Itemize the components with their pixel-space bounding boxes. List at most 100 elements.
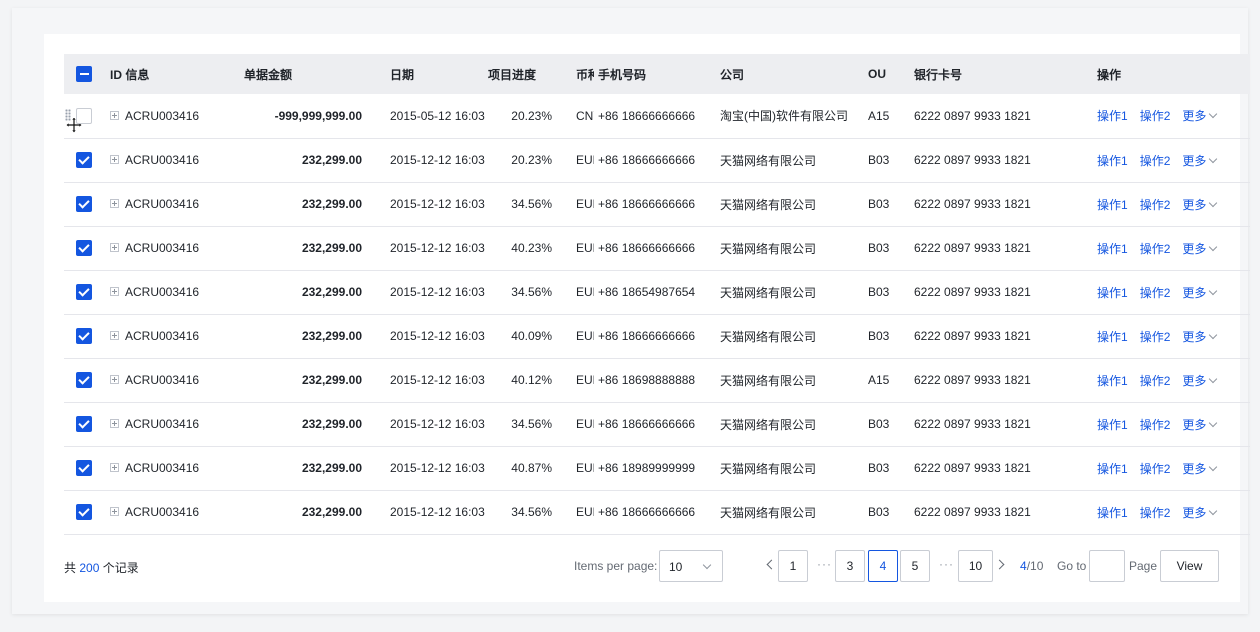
- chevron-down-icon: [1209, 374, 1218, 383]
- row-checkbox[interactable]: [76, 284, 92, 300]
- cell-company: 天猫网络有限公司: [720, 373, 817, 388]
- action-more-dropdown[interactable]: 更多: [1182, 418, 1218, 432]
- action-op2-link[interactable]: 操作2: [1140, 109, 1171, 123]
- pagination-ellipsis-right[interactable]: ···: [939, 557, 954, 571]
- action-op1-link[interactable]: 操作1: [1097, 418, 1128, 432]
- action-more-dropdown[interactable]: 更多: [1182, 462, 1218, 476]
- table-row[interactable]: ACRU003416 232,299.00 2015-12-12 16:03 40.8…: [64, 446, 1250, 490]
- action-more-dropdown[interactable]: 更多: [1182, 242, 1218, 256]
- row-checkbox[interactable]: [76, 504, 92, 520]
- action-op2-link[interactable]: 操作2: [1140, 506, 1171, 520]
- page-button-10[interactable]: 10: [958, 550, 993, 582]
- action-more-dropdown[interactable]: 更多: [1182, 286, 1218, 300]
- cell-ou: A15: [868, 373, 890, 387]
- action-op2-link[interactable]: 操作2: [1140, 286, 1171, 300]
- col-header-currency[interactable]: 币种: [552, 54, 594, 94]
- table-row[interactable]: ACRU003416 232,299.00 2015-12-12 16:03 40.1…: [64, 358, 1250, 402]
- expand-plus-icon[interactable]: [110, 463, 119, 473]
- expand-plus-icon[interactable]: [110, 507, 119, 517]
- table-row[interactable]: ACRU003416 232,299.00 2015-12-12 16:03 20.2…: [64, 138, 1250, 182]
- row-checkbox[interactable]: [76, 196, 92, 212]
- action-more-dropdown[interactable]: 更多: [1182, 505, 1218, 520]
- action-op2-link[interactable]: 操作2: [1140, 330, 1171, 344]
- row-checkbox[interactable]: [76, 107, 92, 124]
- action-op1-link[interactable]: 操作1: [1097, 286, 1128, 300]
- page-button-5[interactable]: 5: [900, 550, 930, 582]
- expand-plus-icon[interactable]: [110, 375, 119, 385]
- chevron-left-icon[interactable]: [766, 559, 777, 570]
- action-op1-link[interactable]: 操作1: [1097, 374, 1128, 388]
- cell-currency: EUR: [576, 505, 594, 519]
- id-value: ACRU003416: [125, 329, 200, 343]
- col-header-date[interactable]: 日期: [366, 54, 488, 94]
- action-more-label: 更多: [1182, 373, 1207, 388]
- row-checkbox[interactable]: [76, 328, 92, 344]
- action-op1-link[interactable]: 操作1: [1097, 330, 1128, 344]
- table-row[interactable]: ACRU003416 232,299.00 2015-12-12 16:03 40.0…: [64, 314, 1250, 358]
- table-row[interactable]: ACRU003416 232,299.00 2015-12-12 16:03 34.5…: [64, 270, 1250, 314]
- row-checkbox[interactable]: [76, 240, 92, 256]
- cell-date: 2015-12-12 16:03: [390, 197, 485, 211]
- row-checkbox[interactable]: [76, 460, 92, 476]
- action-op2-link[interactable]: 操作2: [1140, 154, 1171, 168]
- table-row[interactable]: ACRU003416 232,299.00 2015-12-12 16:03 40.2…: [64, 226, 1250, 270]
- items-per-page-select[interactable]: 10: [659, 550, 723, 582]
- action-op1-link[interactable]: 操作1: [1097, 462, 1128, 476]
- col-header-company[interactable]: 公司: [716, 54, 868, 94]
- table-row[interactable]: ACRU003416 232,299.00 2015-12-12 16:03 34.5…: [64, 402, 1250, 446]
- expand-plus-icon[interactable]: [110, 331, 119, 341]
- action-op2-link[interactable]: 操作2: [1140, 462, 1171, 476]
- action-op1-link[interactable]: 操作1: [1097, 109, 1128, 123]
- cell-ou: B03: [868, 461, 890, 475]
- action-op1-link[interactable]: 操作1: [1097, 242, 1128, 256]
- view-button[interactable]: View: [1160, 550, 1219, 582]
- action-more-dropdown[interactable]: 更多: [1182, 109, 1218, 123]
- col-header-id[interactable]: ID 信息: [110, 54, 244, 94]
- action-op1-link[interactable]: 操作1: [1097, 506, 1128, 520]
- cell-date: 2015-12-12 16:03: [390, 461, 485, 475]
- select-all-checkbox[interactable]: [76, 66, 92, 82]
- cell-progress: 20.23%: [511, 108, 552, 123]
- col-header-ou[interactable]: OU: [868, 54, 914, 94]
- col-header-amount[interactable]: 单据金额: [244, 54, 366, 94]
- col-header-card[interactable]: 银行卡号: [914, 54, 1097, 94]
- action-more-dropdown[interactable]: 更多: [1182, 373, 1218, 388]
- table-row[interactable]: ACRU003416 -999,999,999.00 2015-05-12 16:0…: [64, 94, 1250, 138]
- expand-plus-icon[interactable]: [110, 419, 119, 429]
- action-op1-link[interactable]: 操作1: [1097, 198, 1128, 212]
- expand-plus-icon[interactable]: [110, 287, 119, 297]
- goto-page-input[interactable]: [1089, 550, 1125, 582]
- action-op1-link[interactable]: 操作1: [1097, 154, 1128, 168]
- action-more-dropdown[interactable]: 更多: [1182, 198, 1218, 212]
- page-button-3[interactable]: 3: [835, 550, 865, 582]
- row-checkbox[interactable]: [76, 152, 92, 168]
- expand-plus-icon[interactable]: [110, 111, 119, 121]
- action-op2-link[interactable]: 操作2: [1140, 374, 1171, 388]
- cell-ou: A15: [868, 108, 890, 123]
- cell-date: 2015-12-12 16:03: [390, 373, 485, 387]
- action-op2-link[interactable]: 操作2: [1140, 418, 1171, 432]
- page-button-4-current[interactable]: 4: [868, 550, 898, 582]
- page-button-1[interactable]: 1: [778, 550, 808, 582]
- expand-plus-icon[interactable]: [110, 155, 119, 165]
- action-more-label: 更多: [1182, 505, 1207, 520]
- pagination-ellipsis-left[interactable]: ···: [817, 557, 832, 571]
- action-more-dropdown[interactable]: 更多: [1182, 330, 1218, 344]
- col-header-progress[interactable]: 项目进度: [488, 54, 552, 94]
- cell-id: ACRU003416: [110, 402, 244, 446]
- expand-plus-icon[interactable]: [110, 199, 119, 209]
- action-more-dropdown[interactable]: 更多: [1182, 154, 1218, 168]
- cell-id: ACRU003416: [110, 182, 244, 226]
- row-checkbox[interactable]: [76, 372, 92, 388]
- col-header-phone[interactable]: 手机号码: [594, 54, 716, 94]
- row-checkbox[interactable]: [76, 416, 92, 432]
- expand-plus-icon[interactable]: [110, 243, 119, 253]
- table-row[interactable]: ACRU003416 232,299.00 2015-12-12 16:03 34.5…: [64, 182, 1250, 226]
- cell-actions: 操作1 操作2 更多: [1097, 314, 1250, 358]
- cell-actions: 操作1 操作2 更多: [1097, 182, 1250, 226]
- action-op2-link[interactable]: 操作2: [1140, 242, 1171, 256]
- action-op2-link[interactable]: 操作2: [1140, 198, 1171, 212]
- chevron-right-icon[interactable]: [994, 559, 1005, 570]
- row-select-cell: [64, 446, 110, 490]
- table-row[interactable]: ACRU003416 232,299.00 2015-12-12 16:03 34.5…: [64, 490, 1250, 534]
